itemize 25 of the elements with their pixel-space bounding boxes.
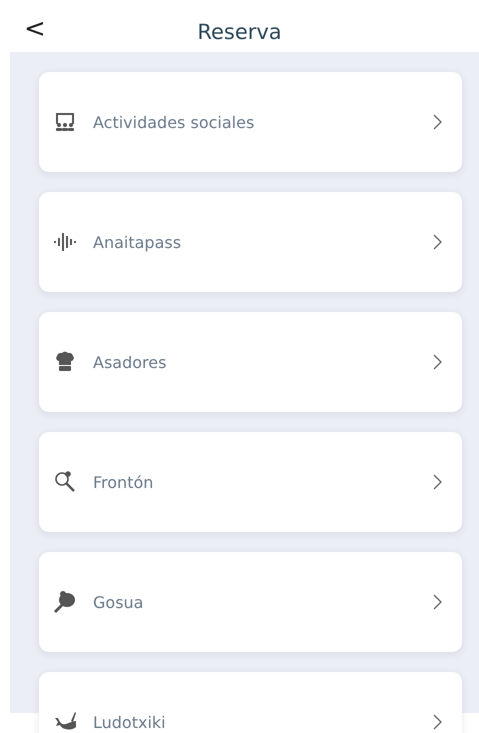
chevron-right-icon <box>432 593 442 611</box>
people-icon <box>53 110 77 134</box>
paddle-icon <box>53 590 77 614</box>
racket-icon <box>53 470 77 494</box>
chevron-right-icon <box>432 233 442 251</box>
chevron-right-icon <box>432 473 442 491</box>
list-item[interactable]: Gosua <box>39 552 462 652</box>
item-label: Asadores <box>93 352 168 372</box>
list-item[interactable]: Asadores <box>39 312 462 412</box>
item-label: Anaitapass <box>93 232 182 252</box>
page-title: Reserva <box>197 20 282 44</box>
back-button[interactable]: < <box>18 14 52 44</box>
list-item[interactable]: Actividades sociales <box>39 72 462 172</box>
item-label: Actividades sociales <box>93 112 256 132</box>
list-item[interactable]: Ludotxiki <box>39 672 462 733</box>
chevron-right-icon <box>432 113 442 131</box>
chef-hat-icon <box>53 350 77 374</box>
list-item[interactable]: Frontón <box>39 432 462 532</box>
chevron-right-icon <box>432 713 442 731</box>
item-label: Frontón <box>93 472 154 492</box>
item-label: Gosua <box>93 592 144 612</box>
soundwave-icon <box>53 230 77 254</box>
list-item[interactable]: Anaitapass <box>39 192 462 292</box>
chevron-right-icon <box>432 353 442 371</box>
item-label: Ludotxiki <box>93 712 167 732</box>
